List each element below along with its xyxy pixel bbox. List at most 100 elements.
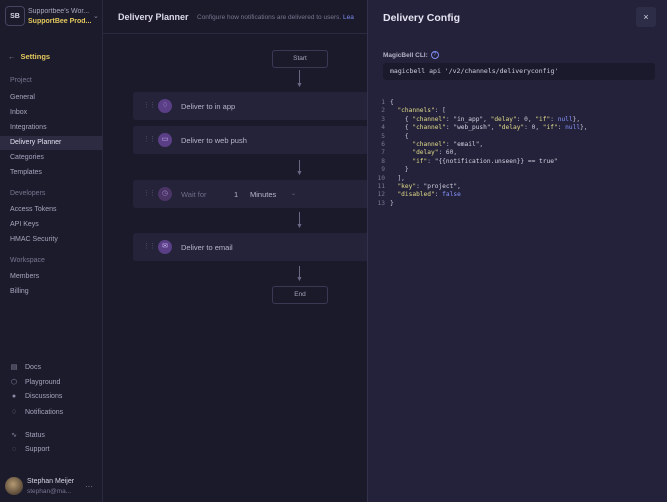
chevron-down-icon: ⌄	[93, 13, 99, 20]
back-label: Settings	[20, 52, 51, 61]
line-number: 10	[377, 174, 385, 182]
sidebar-support[interactable]: ◌ Support	[10, 446, 50, 453]
line-number: 4	[381, 124, 385, 132]
sidebar-docs[interactable]: ▤ Docs	[10, 363, 41, 372]
code-line: 11 "key": "project",	[374, 183, 659, 191]
step-label: Deliver to email	[181, 243, 233, 252]
end-node: End	[272, 286, 328, 304]
code-line: 8 "if": "{{notification.unseen}} == true…	[374, 158, 659, 166]
pulse-icon: ∿	[11, 432, 17, 439]
code-text: "if": "{{notification.unseen}} == true"	[412, 157, 558, 165]
step-wait-for[interactable]: ⋮⋮ ◷ Wait for 1 Minutes ⌄	[133, 180, 373, 208]
bell-icon: ♢	[10, 409, 18, 416]
project-name: SupportBee Prod...	[28, 18, 92, 25]
drag-handle-icon[interactable]: ⋮⋮	[143, 189, 156, 197]
cli-label: MagicBell CLI:?	[383, 51, 439, 59]
code-text: {	[390, 132, 409, 140]
code-line: 13}	[374, 200, 659, 208]
page-title: Delivery Planner	[118, 12, 189, 22]
help-icon[interactable]: ?	[430, 51, 439, 59]
user-name: Stephan Meijer	[27, 478, 75, 485]
code-line: 2 "channels": [	[374, 107, 659, 115]
sidebar-item-templates[interactable]: Templates	[0, 166, 102, 180]
section-project: Project	[10, 77, 32, 84]
code-text: }	[390, 166, 409, 174]
sidebar-item-billing[interactable]: Billing	[0, 285, 102, 299]
line-number: 9	[381, 166, 385, 174]
user-menu[interactable]: Stephan Meijer stephan@ma... ···	[5, 476, 101, 498]
line-number: 3	[381, 115, 385, 123]
line-number: 1	[381, 99, 385, 106]
monitor-icon: ▭	[158, 133, 172, 147]
chat-icon: ◌	[11, 446, 17, 453]
code-text: { "channel": "web_push", "delay": 0, "if…	[390, 124, 588, 132]
line-number: 2	[381, 107, 385, 115]
code-line: 12 "disabled": false	[374, 191, 659, 199]
code-text: { "channel": "in_app", "delay": 0, "if":…	[390, 115, 581, 123]
back-to-settings[interactable]: ← Settings	[8, 52, 50, 61]
sidebar-item-api-keys[interactable]: API Keys	[0, 218, 102, 232]
step-deliver-web-push[interactable]: ⋮⋮ ▭ Deliver to web push	[133, 126, 373, 154]
drag-handle-icon[interactable]: ⋮⋮	[143, 101, 156, 109]
sidebar: SB Supportbee's Wor... SupportBee Prod..…	[0, 0, 103, 502]
wait-duration-input[interactable]: 1	[234, 190, 238, 199]
drag-handle-icon[interactable]: ⋮⋮	[143, 242, 156, 250]
code-text: {	[390, 99, 394, 106]
step-label: Deliver to web push	[181, 136, 247, 145]
arrow-down-icon: ▼	[296, 223, 303, 230]
chevron-down-icon: ⌄	[291, 191, 297, 197]
bell-icon: ♢	[158, 99, 172, 113]
wait-unit-select[interactable]: Minutes	[250, 190, 276, 199]
arrow-down-icon: ▼	[296, 276, 303, 283]
line-number: 12	[377, 191, 385, 199]
sidebar-item-general[interactable]: General	[0, 91, 102, 105]
code-line: 10 ],	[374, 175, 659, 183]
delivery-config-panel: Delivery Config × MagicBell CLI:? magicb…	[367, 0, 667, 502]
sidebar-item-members[interactable]: Members	[0, 270, 102, 284]
section-workspace: Workspace	[10, 257, 45, 264]
code-line: 6 "channel": "email",	[374, 141, 659, 149]
code-line: 4 { "channel": "web_push", "delay": 0, "…	[374, 124, 659, 132]
book-icon: ▤	[10, 364, 18, 371]
sidebar-item-categories[interactable]: Categories	[0, 151, 102, 165]
code-line: 1{	[374, 99, 659, 107]
line-number: 8	[381, 157, 385, 165]
workspace-avatar: SB	[5, 6, 25, 26]
workspace-switcher[interactable]: SB Supportbee's Wor... SupportBee Prod..…	[5, 6, 101, 30]
line-number: 5	[381, 132, 385, 140]
more-icon[interactable]: ···	[85, 482, 93, 491]
sidebar-item-hmac-security[interactable]: HMAC Security	[0, 233, 102, 247]
sidebar-notifications[interactable]: ♢ Notifications	[10, 408, 63, 417]
arrow-down-icon: ▼	[296, 170, 303, 177]
section-developers: Developers	[10, 190, 46, 197]
code-text: "channels": [	[397, 107, 446, 115]
sidebar-item-access-tokens[interactable]: Access Tokens	[0, 203, 102, 217]
close-button[interactable]: ×	[636, 7, 656, 27]
user-email: stephan@ma...	[27, 488, 72, 495]
panel-title: Delivery Config	[383, 12, 461, 24]
step-label: Deliver to in app	[181, 102, 236, 111]
mail-icon: ✉	[158, 240, 172, 254]
config-code-block[interactable]: 1{2 "channels": [3 { "channel": "in_app"…	[374, 99, 659, 208]
sidebar-item-inbox[interactable]: Inbox	[0, 106, 102, 120]
drag-handle-icon[interactable]: ⋮⋮	[143, 135, 156, 143]
sidebar-status[interactable]: ∿ Status	[10, 431, 45, 440]
avatar	[5, 477, 23, 495]
code-text: "key": "project",	[397, 183, 461, 191]
arrow-down-icon: ▼	[296, 82, 303, 89]
cli-command[interactable]: magicbell api '/v2/channels/deliveryconf…	[383, 63, 655, 80]
workspace-name: Supportbee's Wor...	[28, 8, 90, 15]
code-line: 9 }	[374, 166, 659, 174]
learn-more-link[interactable]: Lea	[343, 14, 354, 21]
line-number: 13	[377, 199, 385, 207]
sidebar-item-integrations[interactable]: Integrations	[0, 121, 102, 135]
sidebar-playground[interactable]: ⬡ Playground	[10, 378, 60, 387]
sidebar-discussions[interactable]: ● Discussions	[10, 393, 62, 400]
sidebar-item-delivery-planner[interactable]: Delivery Planner	[0, 136, 102, 150]
step-deliver-email[interactable]: ⋮⋮ ✉ Deliver to email	[133, 233, 373, 261]
code-line: 5 {	[374, 133, 659, 141]
start-node: Start	[272, 50, 328, 68]
clock-icon: ◷	[158, 187, 172, 201]
code-text: ],	[390, 174, 405, 182]
step-deliver-in-app[interactable]: ⋮⋮ ♢ Deliver to in app	[133, 92, 373, 120]
